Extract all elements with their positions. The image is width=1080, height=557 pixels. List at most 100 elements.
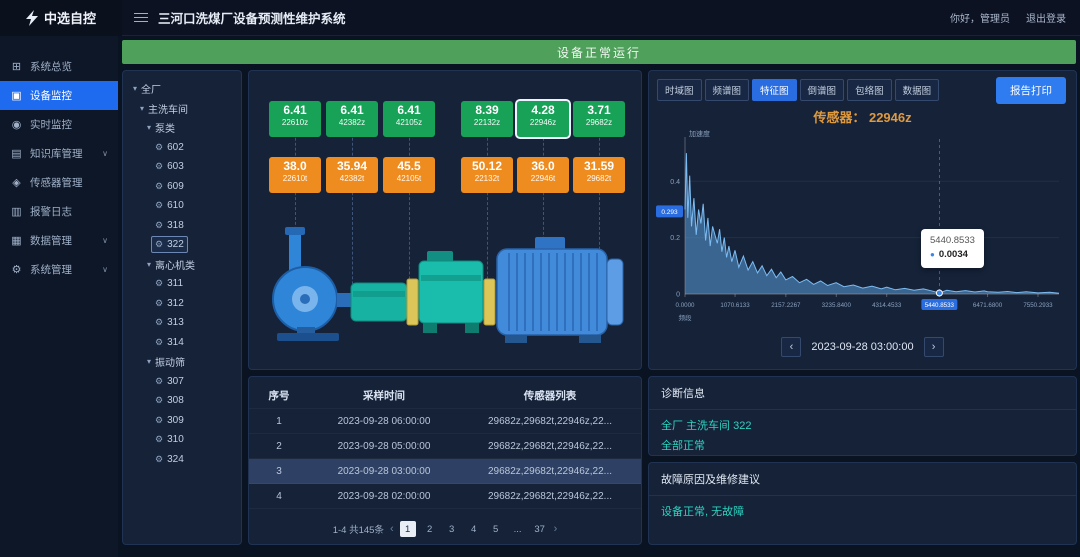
tooltip-y-value: 0.0034	[939, 248, 968, 262]
tree-node-pumps[interactable]: ▾泵类	[127, 118, 237, 138]
page-1[interactable]: 1	[400, 521, 416, 537]
svg-text:0: 0	[676, 292, 680, 299]
prev-date-button[interactable]: ‹	[781, 337, 801, 357]
page-2[interactable]: 2	[422, 521, 438, 537]
sensor-tag-22132z[interactable]: 8.3922132z	[461, 101, 513, 137]
sensor-tag-22610z[interactable]: 6.4122610z	[269, 101, 321, 137]
cell-index: 2	[249, 441, 309, 452]
sensor-value: 36.0	[517, 160, 569, 173]
tree-node-centrifuges[interactable]: ▾离心机类	[127, 255, 237, 275]
sensor-id: 22610z	[269, 118, 321, 128]
tree-node-vibrating-screens[interactable]: ▾振动筛	[127, 352, 237, 372]
tree-node-314[interactable]: ⚙314	[127, 333, 237, 353]
table-row[interactable]: 2 2023-09-28 05:00:00 29682z,29682t,2294…	[249, 434, 641, 459]
next-page-icon[interactable]: ›	[554, 523, 558, 535]
table-row-selected[interactable]: 3 2023-09-28 03:00:00 29682z,29682t,2294…	[249, 459, 641, 484]
tree-node-label: 609	[167, 181, 184, 192]
sidebar-item-overview[interactable]: ⊞ 系统总览	[0, 52, 118, 81]
tab-feature[interactable]: 特征图	[752, 79, 797, 101]
sidebar-item-realtime[interactable]: ◉ 实时监控	[0, 110, 118, 139]
svg-text:4314.4533: 4314.4533	[872, 302, 902, 309]
sensor-tag-29682t[interactable]: 31.5929682t	[573, 157, 625, 193]
cell-index: 3	[249, 466, 309, 477]
page-4[interactable]: 4	[466, 521, 482, 537]
sensor-value: 6.41	[326, 104, 378, 117]
sensor-tag-42382t[interactable]: 35.9442382t	[326, 157, 378, 193]
tree-node-label: 311	[167, 278, 183, 289]
tree-node-311[interactable]: ⚙311	[127, 274, 237, 294]
header-sensor-list: 传感器列表	[459, 388, 641, 403]
sidebar-item-data-mgmt[interactable]: ▦ 数据管理 ∨	[0, 226, 118, 255]
cell-sensor-list: 29682z,29682t,22946z,22...	[459, 441, 641, 452]
tree-node-310[interactable]: ⚙310	[127, 430, 237, 450]
page-5[interactable]: 5	[488, 521, 504, 537]
chart-panel: 时域图 频谱图 特征图 倒谱图 包络图 数据图 报告打印 传感器： 22946z…	[648, 70, 1077, 370]
database-icon: ▦	[10, 234, 23, 247]
gear-icon: ⚙	[155, 200, 163, 211]
tree-node-309[interactable]: ⚙309	[127, 411, 237, 431]
page-title: 三河口洗煤厂设备预测性维护系统	[158, 8, 346, 27]
sensor-tag-22132t[interactable]: 50.1222132t	[461, 157, 513, 193]
tree-node-main-workshop[interactable]: ▾主洗车间	[127, 99, 237, 119]
gear-icon: ⚙	[155, 415, 163, 426]
gear-icon: ⚙	[155, 395, 163, 406]
tree-node-label: 泵类	[155, 120, 175, 135]
gear-icon: ⚙	[155, 220, 163, 231]
tab-envelope[interactable]: 包络图	[847, 79, 892, 101]
tree-node-322[interactable]: ⚙322	[127, 235, 237, 255]
tab-cepstrum[interactable]: 倒谱图	[800, 79, 845, 101]
tree-node-602[interactable]: ⚙602	[127, 138, 237, 158]
tree-node-603[interactable]: ⚙603	[127, 157, 237, 177]
svg-text:加速度: 加速度	[689, 129, 710, 138]
chevron-down-icon: ∨	[102, 236, 108, 245]
sidebar-item-sensor-mgmt[interactable]: ◈ 传感器管理	[0, 168, 118, 197]
sidebar-item-device-monitor[interactable]: ▣ 设备监控	[0, 81, 118, 110]
report-print-button[interactable]: 报告打印	[996, 77, 1066, 104]
page-37[interactable]: 37	[532, 521, 548, 537]
tab-spectrum[interactable]: 频谱图	[705, 79, 750, 101]
diagnosis-location-link[interactable]: 全厂 主洗车间 322	[661, 417, 1064, 437]
sidebar-item-system-mgmt[interactable]: ⚙ 系统管理 ∨	[0, 255, 118, 284]
tree-node-610[interactable]: ⚙610	[127, 196, 237, 216]
table-row[interactable]: 1 2023-09-28 06:00:00 29682z,29682t,2294…	[249, 409, 641, 434]
sensor-tag-22610t[interactable]: 38.022610t	[269, 157, 321, 193]
chart-tooltip: 5440.8533 ● 0.0034	[921, 229, 984, 268]
tree-node-307[interactable]: ⚙307	[127, 372, 237, 392]
sensor-tag-22946z[interactable]: 4.2822946z	[517, 101, 569, 137]
diagnosis-status-link[interactable]: 全部正常	[661, 437, 1064, 457]
tree-node-609[interactable]: ⚙609	[127, 177, 237, 197]
menu-collapse-icon[interactable]	[134, 13, 148, 23]
tree-node-324[interactable]: ⚙324	[127, 450, 237, 470]
next-date-button[interactable]: ›	[924, 337, 944, 357]
tab-data[interactable]: 数据图	[895, 79, 940, 101]
tree-node-label: 308	[167, 395, 184, 406]
sensor-value: 45.5	[383, 160, 435, 173]
page-3[interactable]: 3	[444, 521, 460, 537]
tree-node-313[interactable]: ⚙313	[127, 313, 237, 333]
status-banner: 设备正常运行	[122, 40, 1076, 64]
tree-node-308[interactable]: ⚙ 308	[127, 391, 237, 411]
svg-text:频段: 频段	[679, 313, 693, 322]
sensor-tag-42105z[interactable]: 6.4142105z	[383, 101, 435, 137]
tree-node-318[interactable]: ⚙318	[127, 216, 237, 236]
tree-node-plant[interactable]: ▾全厂	[127, 79, 237, 99]
header-sample-time: 采样时间	[309, 388, 459, 403]
realtime-icon: ◉	[10, 118, 23, 131]
sensor-tag-42105t[interactable]: 45.542105t	[383, 157, 435, 193]
sidebar-item-knowledge[interactable]: ▤ 知识库管理 ∨	[0, 139, 118, 168]
sidebar-item-alarm-log[interactable]: ▥ 报警日志	[0, 197, 118, 226]
sensor-tag-22946t[interactable]: 36.022946t	[517, 157, 569, 193]
table-row[interactable]: 4 2023-09-28 02:00:00 29682z,29682t,2294…	[249, 484, 641, 509]
tree-node-312[interactable]: ⚙312	[127, 294, 237, 314]
sidebar-item-label: 报警日志	[30, 204, 72, 219]
alarm-icon: ▥	[10, 205, 23, 218]
tab-time-domain[interactable]: 时域图	[657, 79, 702, 101]
tree-node-label: 主洗车间	[148, 101, 188, 116]
tree-node-label: 312	[167, 298, 184, 309]
prev-page-icon[interactable]: ‹	[390, 523, 394, 535]
logout-link[interactable]: 退出登录	[1026, 10, 1066, 25]
sensor-tag-29682z[interactable]: 3.7129682z	[573, 101, 625, 137]
header-index: 序号	[249, 388, 309, 403]
logo-text: 中选自控	[44, 8, 96, 27]
sensor-tag-42382z[interactable]: 6.4142382z	[326, 101, 378, 137]
